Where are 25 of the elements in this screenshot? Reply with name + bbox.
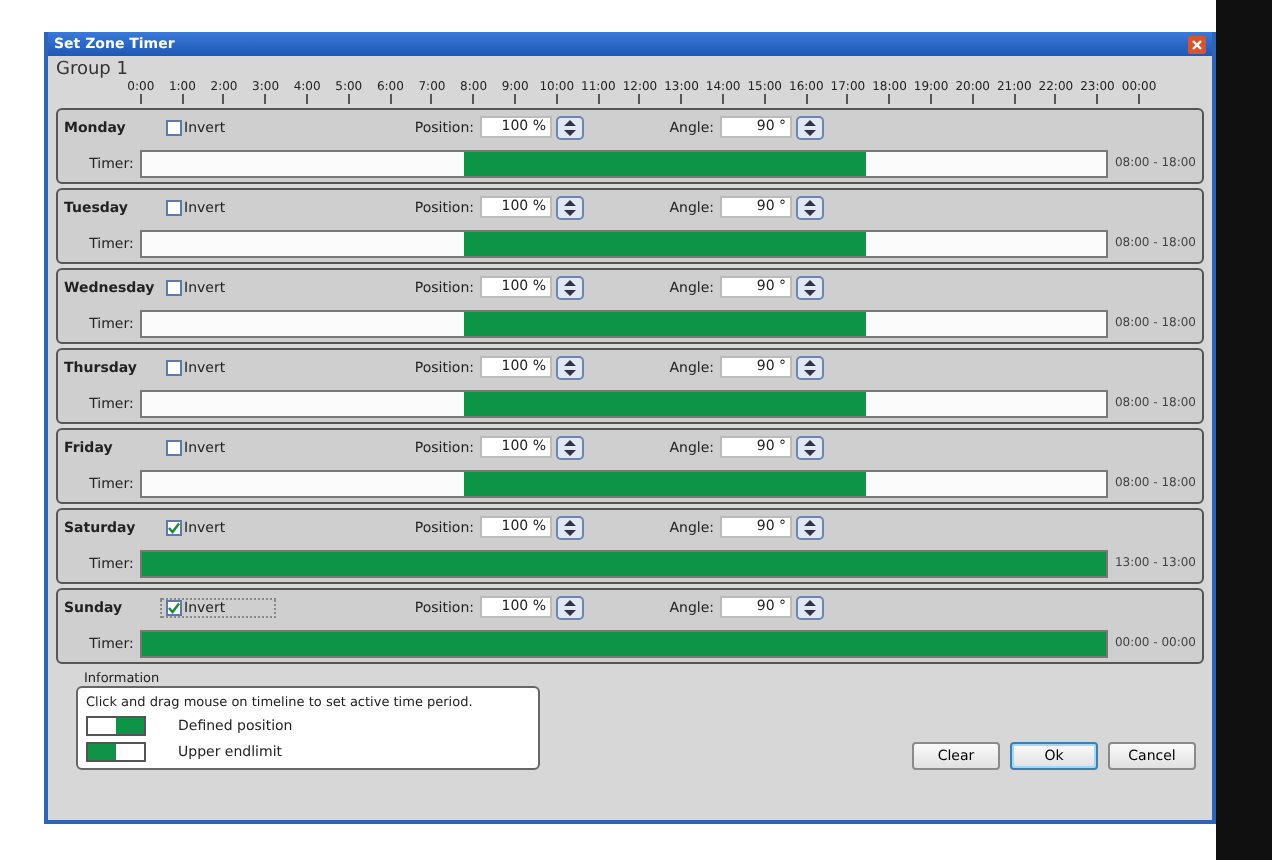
spin-arrows-icon[interactable] bbox=[556, 115, 584, 139]
spin-arrows-icon[interactable] bbox=[556, 515, 584, 539]
close-icon[interactable] bbox=[1188, 35, 1206, 53]
spin-arrows-icon[interactable] bbox=[796, 195, 824, 219]
timer-track[interactable] bbox=[139, 229, 1109, 257]
timer-track[interactable] bbox=[139, 549, 1109, 577]
spin-arrows-icon[interactable] bbox=[796, 355, 824, 379]
timer-track[interactable] bbox=[139, 309, 1109, 337]
spin-arrows-icon[interactable] bbox=[556, 195, 584, 219]
spin-arrows-icon[interactable] bbox=[796, 435, 824, 459]
group-title: Group 1 bbox=[56, 60, 128, 80]
spin-arrows-icon[interactable] bbox=[556, 275, 584, 299]
check-mark-icon bbox=[168, 601, 180, 613]
spin-arrows-icon[interactable] bbox=[556, 595, 584, 619]
spin-arrows-icon[interactable] bbox=[556, 355, 584, 379]
spin-arrows-icon[interactable] bbox=[796, 595, 824, 619]
spin-arrows-icon[interactable] bbox=[796, 115, 824, 139]
spin-arrows-icon[interactable] bbox=[796, 275, 824, 299]
check-mark-icon bbox=[168, 521, 180, 533]
timer-track[interactable] bbox=[139, 389, 1109, 417]
spin-arrows-icon[interactable] bbox=[556, 435, 584, 459]
timer-track[interactable] bbox=[139, 629, 1109, 657]
timer-track[interactable] bbox=[139, 469, 1109, 497]
timer-track[interactable] bbox=[139, 149, 1109, 177]
spin-arrows-icon[interactable] bbox=[796, 515, 824, 539]
